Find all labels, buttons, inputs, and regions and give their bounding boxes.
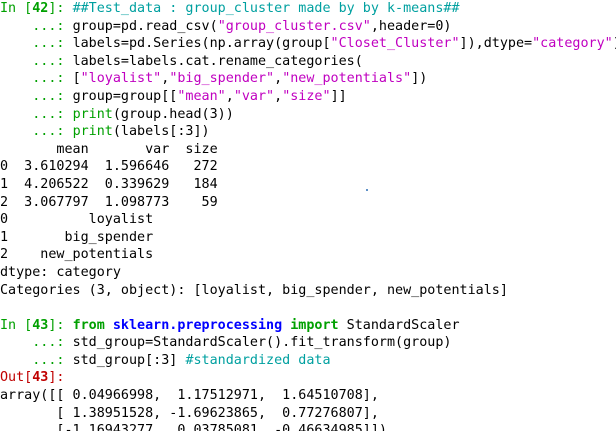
prompt-in-text: ...: — [0, 18, 73, 34]
code-text: [ — [72, 71, 81, 87]
string-text: "category" — [532, 36, 613, 52]
string-text: "Closet_Cluster" — [330, 36, 460, 52]
stray-dot — [366, 189, 368, 191]
string-text: "group_cluster.csv" — [217, 18, 371, 34]
code-text: group=group[[ — [72, 88, 178, 104]
code-text: std_group[:3] — [72, 352, 186, 368]
console-line: array([[ 0.04966998, 1.17512971, 1.64510… — [0, 387, 616, 405]
code-text: , — [274, 88, 283, 104]
prompt-out-text: 43 — [32, 370, 49, 386]
console-line: Out[43]: — [0, 369, 616, 387]
code-text: dtype: category — [0, 264, 121, 280]
prompt-in-text: ...: — [0, 53, 73, 69]
console-line: ...: labels=pd.Series(np.array(group["Cl… — [0, 35, 616, 53]
console-line: 1 big_spender — [0, 229, 616, 247]
code-text: mean var size — [0, 141, 218, 157]
code-text: [-1.16943277, 0.03785081, -0.46634985]]) — [0, 423, 387, 431]
code-text: (labels[:3]) — [112, 124, 210, 140]
prompt-in-text: ...: — [0, 36, 73, 52]
console-line: 2 3.067797 1.098773 59 — [0, 194, 616, 212]
comment-text: #standardized data — [185, 352, 331, 368]
code-text: StandardScaler — [338, 317, 460, 333]
prompt-out-text: Out[ — [0, 370, 33, 386]
code-text: ,header=0) — [370, 18, 452, 34]
code-text: group=pd.read_csv( — [72, 18, 218, 34]
prompt-in-text: ]: — [48, 317, 73, 333]
console-line: ...: print(group.head(3)) — [0, 106, 616, 124]
console-line: [ 1.38951528, -1.69623865, 0.77276807], — [0, 405, 616, 423]
console-line: ...: group=group[["mean","var","size"]] — [0, 88, 616, 106]
prompt-in-text: In [ — [0, 317, 33, 333]
code-text: std_group=StandardScaler().fit_transform… — [72, 335, 452, 351]
console-line: ...: group=pd.read_csv("group_cluster.cs… — [0, 18, 616, 36]
keyword-text: print — [72, 106, 113, 122]
console-line: 1 4.206522 0.339629 184 — [0, 176, 616, 194]
module-text: sklearn.preprocessing — [112, 317, 283, 333]
prompt-in-text: ...: — [0, 88, 73, 104]
comment-text: ##Test_data : group_cluster made by by k… — [72, 1, 460, 16]
code-text: labels=labels.cat.rename_categories( — [72, 53, 363, 69]
console-line: Categories (3, object): [loyalist, big_s… — [0, 282, 616, 300]
prompt-in-text: ...: — [0, 335, 73, 351]
code-text: 2 3.067797 1.098773 59 — [0, 194, 218, 210]
code-text: (group.head(3)) — [112, 106, 234, 122]
prompt-in-text: In [ — [0, 1, 33, 16]
string-text: "loyalist" — [80, 71, 162, 87]
keyword-text: print — [72, 124, 113, 140]
code-text: , — [225, 88, 234, 104]
code-text: 0 loyalist — [0, 212, 154, 228]
console-line: ...: std_group=StandardScaler().fit_tran… — [0, 334, 616, 352]
console-line: ...: ["loyalist","big_spender","new_pote… — [0, 70, 616, 88]
code-text: array([[ 0.04966998, 1.17512971, 1.64510… — [0, 388, 379, 404]
string-text: "var" — [233, 88, 275, 104]
keyword-text: import — [290, 317, 339, 333]
keyword-text: from — [72, 317, 105, 333]
console-line: [-1.16943277, 0.03785081, -0.46634985]]) — [0, 422, 616, 431]
string-text: "mean" — [177, 88, 226, 104]
code-text: ]] — [330, 88, 347, 104]
code-text: ]),dtype= — [459, 36, 533, 52]
code-text: , — [274, 71, 283, 87]
prompt-in-text: ...: — [0, 124, 73, 140]
prompt-in-text: ...: — [0, 71, 73, 87]
code-text: 0 3.610294 1.596646 272 — [0, 159, 218, 175]
code-text: Categories (3, object): [loyalist, big_s… — [0, 282, 508, 298]
string-text: "new_potentials" — [282, 71, 412, 87]
console-line: In [42]: ##Test_data : group_cluster mad… — [0, 0, 616, 18]
code-text: labels=pd.Series(np.array(group[ — [72, 36, 331, 52]
prompt-out-text: ]: — [48, 370, 65, 386]
console-line: 2 new_potentials — [0, 246, 616, 264]
console-line: 0 3.610294 1.596646 272 — [0, 158, 616, 176]
prompt-in-text: ]: — [48, 1, 73, 16]
prompt-in-text: ...: — [0, 106, 73, 122]
code-text: ]) — [411, 71, 428, 87]
code-text: 2 new_potentials — [0, 247, 154, 263]
console-line: In [43]: from sklearn.preprocessing impo… — [0, 317, 616, 335]
console-line: 0 loyalist — [0, 211, 616, 229]
prompt-in-text: 42 — [32, 1, 49, 16]
console-line: dtype: category — [0, 264, 616, 282]
code-text: 1 big_spender — [0, 229, 154, 245]
console-line: ...: labels=labels.cat.rename_categories… — [0, 53, 616, 71]
code-text: 1 4.206522 0.339629 184 — [0, 176, 218, 192]
console-line: ...: std_group[:3] #standardized data — [0, 352, 616, 370]
ipython-console[interactable]: In [42]: ##Test_data : group_cluster mad… — [0, 0, 616, 431]
string-text: "big_spender" — [169, 71, 275, 87]
console-line: mean var size — [0, 141, 616, 159]
string-text: "size" — [282, 88, 331, 104]
prompt-in-text: 43 — [32, 317, 49, 333]
prompt-in-text: ...: — [0, 352, 73, 368]
console-line: ...: print(labels[:3]) — [0, 123, 616, 141]
code-text: [ 1.38951528, -1.69623865, 0.77276807], — [0, 405, 379, 421]
